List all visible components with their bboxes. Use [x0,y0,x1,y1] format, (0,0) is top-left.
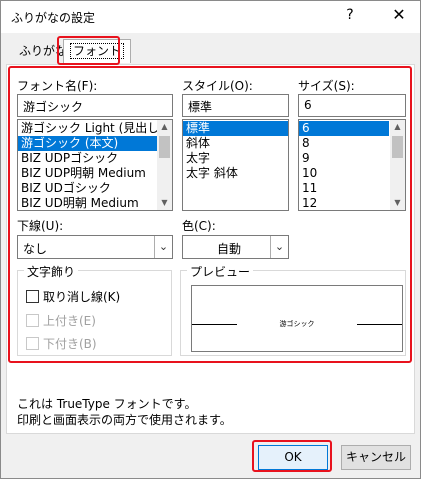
close-button[interactable]: ✕ [389,5,409,24]
title-bar: ふりがなの設定 ? ✕ [1,1,420,33]
help-button[interactable]: ? [341,7,359,23]
highlight-ok-button [252,440,332,472]
font-info-line1: これは TrueType フォントです。 [17,397,197,411]
highlight-font-options [8,66,412,363]
highlight-font-tab [57,36,120,65]
cancel-button[interactable]: キャンセル [341,445,411,470]
window-title: ふりがなの設定 [11,11,96,25]
font-info-line2: 印刷と画面表示の両方で使用されます。 [17,413,232,427]
